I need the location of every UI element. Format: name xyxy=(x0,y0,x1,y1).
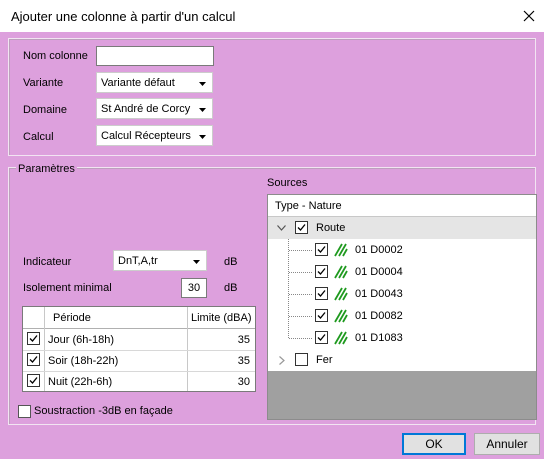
tree-connector xyxy=(289,316,312,317)
chevron-down-icon[interactable] xyxy=(277,225,286,231)
tree-item[interactable]: 01 D0004 xyxy=(268,261,536,283)
fer-checkbox[interactable] xyxy=(295,353,308,366)
tree-node-fer[interactable]: Fer xyxy=(268,349,536,371)
domaine-value: St André de Corcy xyxy=(101,103,191,115)
tree-node-route[interactable]: Route xyxy=(268,217,536,239)
periode-cell[interactable]: Nuit (22h-6h) xyxy=(48,376,112,388)
isolement-unit: dB xyxy=(224,282,238,294)
soustraction-label: Soustraction -3dB en façade xyxy=(34,405,173,417)
checkmark-icon xyxy=(317,312,326,319)
limite-cell[interactable]: 30 xyxy=(238,376,250,388)
tree-item[interactable]: 01 D1083 xyxy=(268,327,536,349)
row-checkbox[interactable] xyxy=(27,374,40,387)
close-icon xyxy=(523,10,535,22)
indicateur-label: Indicateur xyxy=(23,256,72,268)
road-icon xyxy=(334,243,348,257)
window-title: Ajouter une colonne à partir d'un calcul xyxy=(11,9,236,24)
checkmark-icon xyxy=(317,268,326,275)
close-button[interactable] xyxy=(514,0,544,32)
tree-item[interactable]: 01 D0002 xyxy=(268,239,536,261)
soustraction-checkbox[interactable] xyxy=(18,405,31,418)
calcul-value: Calcul Récepteurs xyxy=(101,130,191,142)
table-row: Nuit (22h-6h) 30 xyxy=(23,371,255,392)
table-row: Soir (18h-22h) 35 xyxy=(23,350,255,372)
item-checkbox[interactable] xyxy=(315,287,328,300)
tree-item[interactable]: 01 D0043 xyxy=(268,283,536,305)
variante-select[interactable]: Variante défaut xyxy=(96,72,213,93)
checkmark-icon xyxy=(29,356,38,363)
chevron-down-icon xyxy=(196,99,210,118)
road-icon xyxy=(334,287,348,301)
item-label: 01 D0082 xyxy=(355,310,403,322)
ok-button[interactable]: OK xyxy=(402,433,466,455)
col-periode-header: Période xyxy=(53,312,91,324)
indicateur-unit: dB xyxy=(224,256,238,268)
indicateur-value: DnT,A,tr xyxy=(118,255,158,267)
variante-value: Variante défaut xyxy=(101,77,175,89)
item-checkbox[interactable] xyxy=(315,309,328,322)
tree-connector xyxy=(289,272,312,273)
tree-connector xyxy=(289,294,312,295)
route-checkbox[interactable] xyxy=(295,221,308,234)
type-nature-header: Type - Nature xyxy=(275,200,342,212)
annuler-button[interactable]: Annuler xyxy=(474,433,540,455)
domaine-label: Domaine xyxy=(23,104,68,116)
periode-cell[interactable]: Soir (18h-22h) xyxy=(48,355,118,367)
sources-tree-header: Type - Nature xyxy=(268,195,536,217)
variante-label: Variante xyxy=(23,77,64,89)
col-limite-header: Limite (dBA) xyxy=(191,312,252,324)
item-label: 01 D0004 xyxy=(355,266,403,278)
tree-item[interactable]: 01 D0082 xyxy=(268,305,536,327)
limite-cell[interactable]: 35 xyxy=(238,334,250,346)
row-checkbox[interactable] xyxy=(27,353,40,366)
isolement-label: Isolement minimal xyxy=(23,282,112,294)
item-checkbox[interactable] xyxy=(315,331,328,344)
item-checkbox[interactable] xyxy=(315,265,328,278)
period-table-header: Période Limite (dBA) xyxy=(23,307,255,329)
nom-colonne-input[interactable] xyxy=(96,46,214,66)
item-label: 01 D0002 xyxy=(355,244,403,256)
road-icon xyxy=(334,309,348,323)
nom-colonne-label: Nom colonne xyxy=(23,50,88,62)
road-icon xyxy=(334,265,348,279)
tree-connector xyxy=(289,338,312,339)
tree-connector xyxy=(289,250,312,251)
parameters-legend: Paramètres xyxy=(16,163,77,175)
checkmark-icon xyxy=(317,246,326,253)
sources-tree-body: Route 01 D0002 01 D0004 01 D0043 01 D008… xyxy=(268,217,536,371)
item-label: 01 D0043 xyxy=(355,288,403,300)
checkmark-icon xyxy=(317,334,326,341)
table-row: Jour (6h-18h) 35 xyxy=(23,329,255,351)
indicateur-select[interactable]: DnT,A,tr xyxy=(113,250,207,271)
sources-tree: Type - Nature Route 01 D0002 01 D0004 01… xyxy=(267,194,537,420)
domaine-select[interactable]: St André de Corcy xyxy=(96,98,213,119)
title-bar: Ajouter une colonne à partir d'un calcul xyxy=(0,0,544,32)
checkmark-icon xyxy=(29,377,38,384)
route-label: Route xyxy=(316,222,346,234)
isolement-input[interactable]: 30 xyxy=(181,278,207,298)
fer-label: Fer xyxy=(316,354,333,366)
period-table: Période Limite (dBA) Jour (6h-18h) 35 So… xyxy=(22,306,256,392)
chevron-down-icon xyxy=(196,126,210,145)
calcul-label: Calcul xyxy=(23,131,54,143)
periode-cell[interactable]: Jour (6h-18h) xyxy=(48,334,114,346)
chevron-down-icon xyxy=(190,251,204,270)
item-checkbox[interactable] xyxy=(315,243,328,256)
chevron-right-icon[interactable] xyxy=(279,356,285,365)
checkmark-icon xyxy=(29,335,38,342)
item-label: 01 D1083 xyxy=(355,332,403,344)
checkmark-icon xyxy=(317,290,326,297)
checkmark-icon xyxy=(297,224,306,231)
chevron-down-icon xyxy=(196,73,210,92)
sources-label: Sources xyxy=(267,177,308,189)
calcul-select[interactable]: Calcul Récepteurs xyxy=(96,125,213,146)
road-icon xyxy=(334,331,348,345)
row-checkbox[interactable] xyxy=(27,332,40,345)
limite-cell[interactable]: 35 xyxy=(238,355,250,367)
